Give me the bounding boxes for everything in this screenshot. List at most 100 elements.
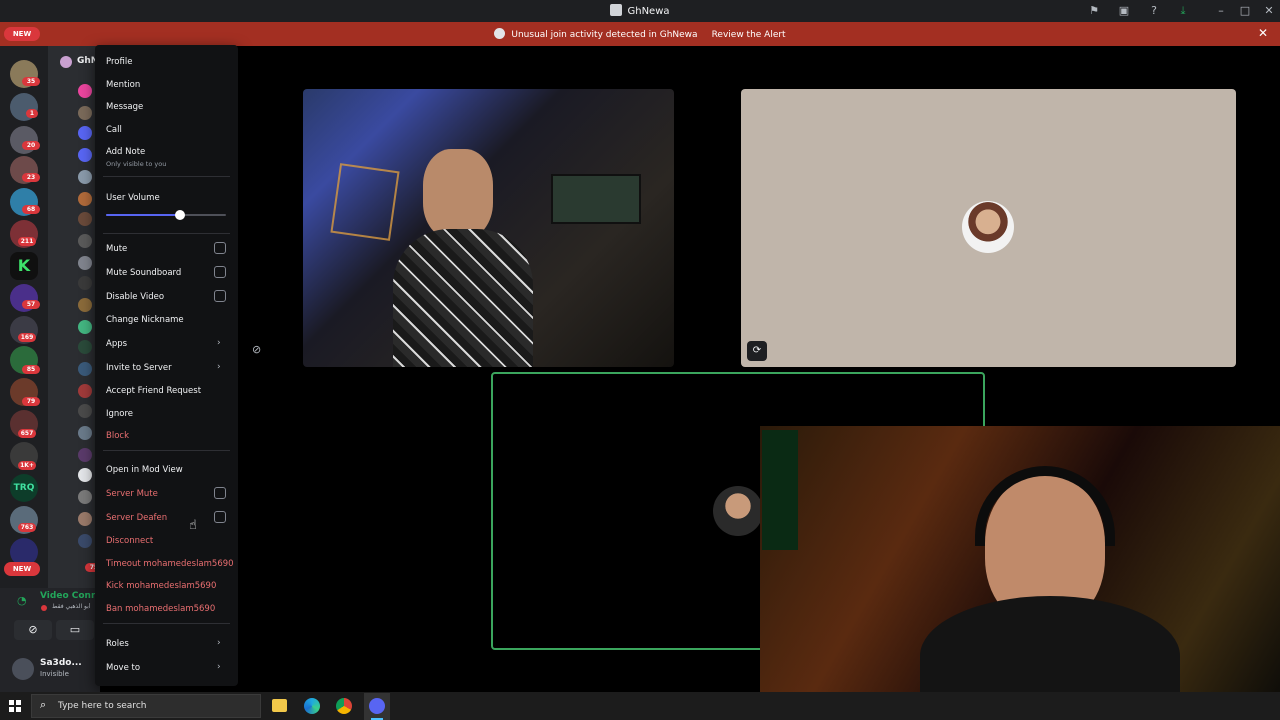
menu-change-nickname[interactable]: Change Nickname <box>106 315 184 325</box>
divider <box>103 233 230 234</box>
close-window-icon[interactable]: ✕ <box>1262 4 1276 18</box>
menu-profile[interactable]: Profile <box>106 57 132 67</box>
avatar <box>78 298 92 312</box>
menu-disconnect[interactable]: Disconnect <box>106 536 153 546</box>
menu-move-to[interactable]: Move to <box>106 663 140 673</box>
menu-call[interactable]: Call <box>106 125 122 135</box>
participant-avatar <box>713 486 763 536</box>
mention-badge: 68 <box>22 205 40 214</box>
video-tile[interactable] <box>303 89 674 367</box>
mention-badge: 35 <box>22 77 40 86</box>
voice-status[interactable]: Video Conne <box>40 591 95 601</box>
mention-badge: 763 <box>18 523 36 532</box>
menu-mention[interactable]: Mention <box>106 80 140 90</box>
server-mute-checkbox[interactable] <box>214 487 226 499</box>
menu-mute-soundboard[interactable]: Mute Soundboard <box>106 268 181 278</box>
video-off-button[interactable]: ⊘ <box>14 620 52 640</box>
participant-avatar <box>962 201 1014 253</box>
volume-handle[interactable] <box>175 210 186 220</box>
alert-text: Unusual join activity detected in GhNewa <box>511 30 698 40</box>
mention-badge: 169 <box>18 333 36 342</box>
chevron-right-icon: › <box>217 362 221 372</box>
wall-tv <box>551 174 641 224</box>
server-icon[interactable]: TRQ <box>10 474 38 502</box>
divider <box>103 623 230 624</box>
discord-icon <box>369 698 385 714</box>
mute-checkbox[interactable] <box>214 242 226 254</box>
avatar <box>78 192 92 206</box>
screen-share-button[interactable]: ▭ <box>56 620 94 640</box>
user-volume-slider[interactable] <box>106 210 226 220</box>
menu-accept-friend[interactable]: Accept Friend Request <box>106 386 201 396</box>
minimize-icon[interactable]: – <box>1214 4 1228 18</box>
menu-ignore[interactable]: Ignore <box>106 409 133 419</box>
avatar <box>78 384 92 398</box>
maximize-icon[interactable]: □ <box>1238 4 1252 18</box>
menu-disable-video[interactable]: Disable Video <box>106 292 164 302</box>
add-note-hint: Only visible to you <box>106 160 167 168</box>
new-badge: NEW <box>4 562 40 576</box>
server-deafen-checkbox[interactable] <box>214 511 226 523</box>
mention-badge: 657 <box>18 429 36 438</box>
avatar[interactable] <box>12 658 34 680</box>
avatar <box>78 212 92 226</box>
menu-message[interactable]: Message <box>106 102 143 112</box>
menu-timeout[interactable]: Timeout mohamedeslam5690 <box>106 559 234 569</box>
avatar <box>78 256 92 270</box>
edge-icon[interactable] <box>304 698 320 714</box>
avatar <box>78 534 92 548</box>
avatar <box>78 84 92 98</box>
chevron-right-icon: › <box>217 338 221 348</box>
avatar <box>78 340 92 354</box>
menu-ban[interactable]: Ban mohamedeslam5690 <box>106 604 215 614</box>
menu-invite[interactable]: Invite to Server <box>106 363 172 373</box>
mention-badge: 211 <box>18 237 36 246</box>
kick-server-icon[interactable]: K <box>10 252 38 280</box>
alert-banner: Unusual join activity detected in GhNewa… <box>0 22 1280 46</box>
divider <box>103 450 230 451</box>
divider <box>103 176 230 177</box>
flag-icon[interactable]: ⚑ <box>1087 4 1101 18</box>
help-icon[interactable]: ? <box>1147 4 1161 18</box>
menu-block[interactable]: Block <box>106 431 129 441</box>
username: Sa3do... <box>40 658 82 668</box>
new-badge: NEW <box>4 27 40 41</box>
avatar <box>78 126 92 140</box>
taskbar-search-box[interactable]: ⌕ Type here to search <box>31 694 261 718</box>
windows-start-icon[interactable] <box>9 700 21 712</box>
menu-roles[interactable]: Roles <box>106 639 129 649</box>
chevron-right-icon: › <box>217 638 221 648</box>
menu-mute[interactable]: Mute <box>106 244 127 254</box>
download-icon[interactable]: ⤓ <box>1176 4 1190 18</box>
taskbar-active-app[interactable] <box>364 693 390 720</box>
activity-icon[interactable]: ⟳ <box>747 341 767 361</box>
avatar <box>78 106 92 120</box>
chrome-icon[interactable] <box>336 698 352 714</box>
mention-badge: 23 <box>22 173 40 182</box>
menu-mod-view[interactable]: Open in Mod View <box>106 465 183 475</box>
video-tile[interactable]: ⟳ <box>741 89 1236 367</box>
mute-soundboard-checkbox[interactable] <box>214 266 226 278</box>
menu-server-deafen[interactable]: Server Deafen <box>106 513 167 523</box>
live-dot <box>41 605 47 611</box>
avatar <box>78 320 92 334</box>
participant-face <box>423 149 493 239</box>
avatar <box>78 234 92 248</box>
avatar <box>78 276 92 290</box>
server-icon <box>494 28 506 39</box>
menu-add-note[interactable]: Add Note <box>106 147 145 157</box>
hand-cursor-icon: ☝ <box>189 518 197 533</box>
menu-apps[interactable]: Apps <box>106 339 127 349</box>
close-icon[interactable]: ✕ <box>1258 26 1268 40</box>
disable-video-checkbox[interactable] <box>214 290 226 302</box>
mention-badge: 79 <box>22 397 40 406</box>
avatar <box>78 148 92 162</box>
file-explorer-icon[interactable] <box>272 699 287 712</box>
inbox-icon[interactable]: ▣ <box>1117 4 1131 18</box>
review-alert-link[interactable]: Review the Alert <box>712 30 786 40</box>
mic-muted-icon: ⊘ <box>252 343 262 356</box>
menu-server-mute[interactable]: Server Mute <box>106 489 158 499</box>
participant-body <box>393 229 533 367</box>
neon-sign <box>762 430 798 550</box>
menu-kick[interactable]: Kick mohamedeslam5690 <box>106 581 216 591</box>
